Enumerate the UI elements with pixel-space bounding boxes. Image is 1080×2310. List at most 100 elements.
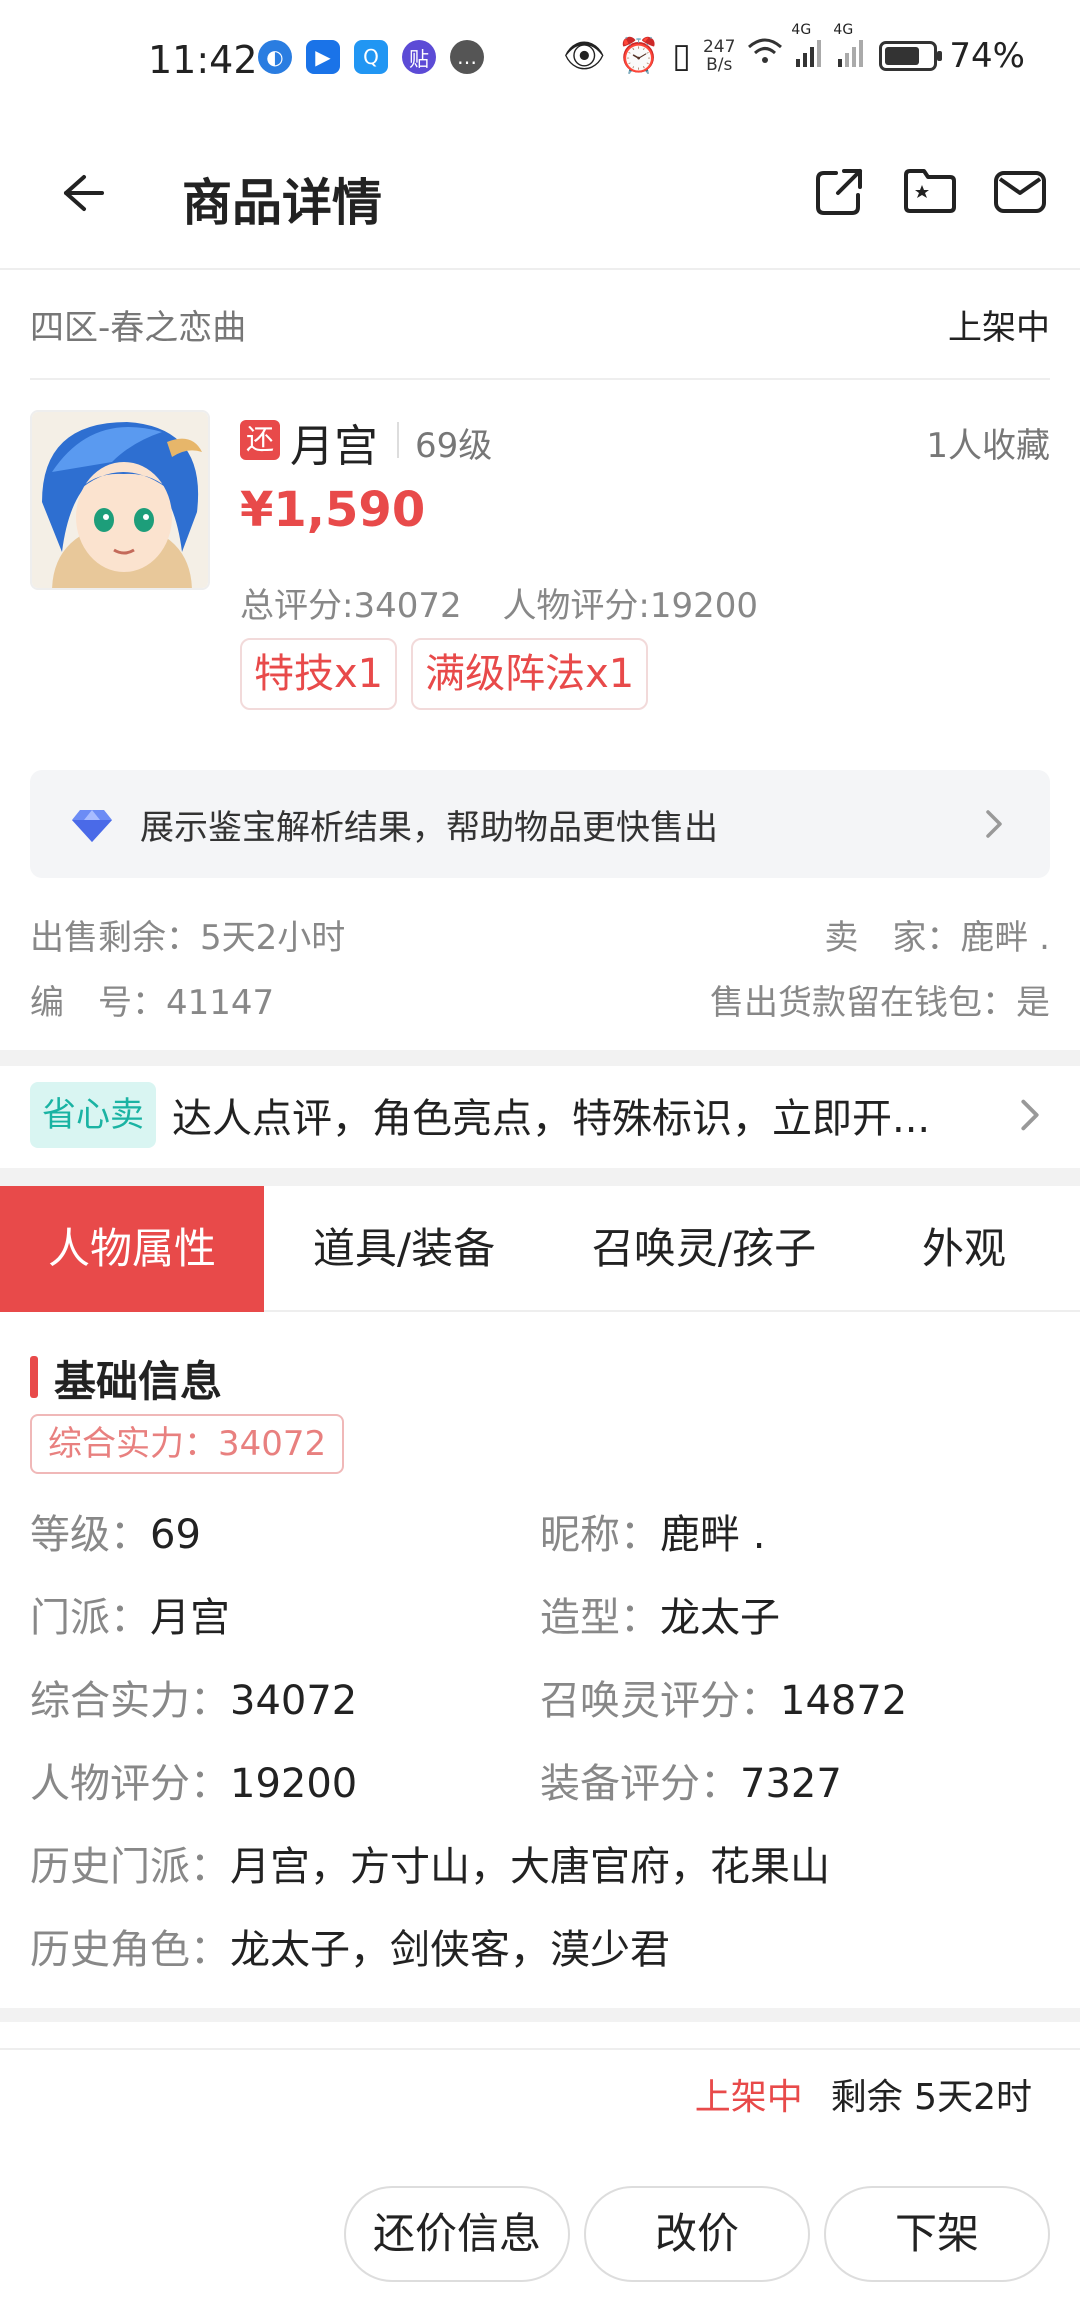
signal-label-2: 4G bbox=[833, 22, 854, 38]
easy-sell-text: 达人点评，角色亮点，特殊标识，立即开... bbox=[172, 1096, 931, 1142]
chevron-right-icon bbox=[986, 810, 1002, 838]
server-name: 四区-春之恋曲 bbox=[30, 307, 247, 348]
divider bbox=[397, 422, 399, 458]
app-header: 商品详情 bbox=[0, 125, 1080, 270]
tag-formation: 满级阵法x1 bbox=[411, 638, 649, 710]
wifi-icon bbox=[747, 36, 783, 76]
back-arrow-icon[interactable] bbox=[52, 163, 112, 223]
attr-value: 19200 bbox=[230, 1761, 358, 1807]
wallet-setting: 售出货款留在钱包：是 bbox=[710, 983, 1050, 1023]
signal-icon-2: 4G bbox=[833, 22, 867, 76]
attr-value: 69 bbox=[150, 1512, 201, 1558]
battery-icon bbox=[879, 41, 943, 71]
feature-tags: 特技x1 满级阵法x1 bbox=[240, 638, 649, 710]
favorite-folder-icon[interactable] bbox=[900, 161, 960, 221]
attr-key: 等级： bbox=[30, 1512, 150, 1558]
appraisal-banner[interactable]: 展示鉴宝解析结果，帮助物品更快售出 bbox=[30, 770, 1050, 878]
attr-value: 月宫，方寸山，大唐官府，花果山 bbox=[230, 1844, 830, 1890]
net-speed-value: 247 bbox=[702, 37, 736, 57]
strength-badge: 综合实力：34072 bbox=[30, 1414, 345, 1474]
battery-percent: 74% bbox=[949, 36, 1025, 76]
attr-value: 龙太子，剑侠客，漠少君 bbox=[230, 1927, 670, 1973]
chevron-right-icon bbox=[1021, 1099, 1039, 1131]
character-class: 月宫 bbox=[290, 421, 378, 472]
browser-icon: ◐ bbox=[258, 40, 292, 74]
attr-appearance-model: 造型：龙太子 bbox=[540, 1585, 780, 1643]
bottom-status: 上架中 剩余 5天2时 bbox=[695, 2068, 1032, 2120]
attr-nickname: 昵称：鹿畔 . bbox=[540, 1502, 765, 1560]
attr-level: 等级：69 bbox=[30, 1502, 201, 1560]
appraisal-text: 展示鉴宝解析结果，帮助物品更快售出 bbox=[140, 807, 718, 848]
tab-appearance[interactable]: 外观 bbox=[864, 1186, 1064, 1312]
listing-status: 上架中 bbox=[948, 307, 1050, 348]
section-separator bbox=[0, 1050, 1080, 1066]
easy-sell-row[interactable]: 省心卖 达人点评，角色亮点，特殊标识，立即开... bbox=[30, 1080, 1050, 1150]
bottom-listing-status: 上架中 bbox=[694, 2077, 803, 2118]
signal-label-1: 4G bbox=[791, 22, 812, 38]
attr-equipment-score: 装备评分：7327 bbox=[540, 1751, 842, 1809]
info-row-2: 编 号：41147 售出货款留在钱包：是 bbox=[30, 975, 1050, 1025]
attr-key: 装备评分： bbox=[540, 1761, 740, 1807]
attr-summon-score: 召唤灵评分：14872 bbox=[540, 1668, 907, 1726]
tag-stunt: 特技x1 bbox=[240, 638, 398, 710]
change-price-button[interactable]: 改价 bbox=[584, 2186, 810, 2282]
attr-value: 鹿畔 . bbox=[660, 1512, 766, 1558]
detail-tabs: 人物属性 道具/装备 召唤灵/孩子 外观 bbox=[0, 1186, 1080, 1312]
share-icon[interactable] bbox=[810, 161, 870, 221]
bottom-remaining-time: 剩余 5天2时 bbox=[830, 2077, 1032, 2118]
search-app-icon: Q bbox=[354, 40, 388, 74]
attr-value: 7327 bbox=[740, 1761, 842, 1807]
scores: 总评分:34072 人物评分:19200 bbox=[240, 578, 788, 627]
mail-icon[interactable] bbox=[990, 161, 1050, 221]
section-title-basic-info: 基础信息 bbox=[30, 1348, 222, 1409]
section-separator bbox=[0, 1168, 1080, 1186]
character-score: 人物评分:19200 bbox=[502, 586, 759, 626]
tieba-icon: 贴 bbox=[402, 40, 436, 74]
price: ¥1,590 bbox=[240, 482, 426, 538]
serial-number: 编 号：41147 bbox=[30, 983, 275, 1023]
bottom-divider bbox=[0, 2048, 1080, 2050]
alarm-icon: ⏰ bbox=[617, 36, 661, 76]
tab-character-attributes[interactable]: 人物属性 bbox=[0, 1186, 264, 1312]
attr-key: 人物评分： bbox=[30, 1761, 230, 1807]
status-right: 👁 ⏰ ▯ 247 B/s 4G 4G 74% bbox=[562, 22, 1025, 76]
counter-offer-badge: 还 bbox=[240, 420, 280, 460]
attr-key: 历史门派： bbox=[30, 1844, 230, 1890]
counter-offer-info-button[interactable]: 还价信息 bbox=[344, 2186, 570, 2282]
eye-icon: 👁 bbox=[562, 36, 606, 76]
attr-value: 34072 bbox=[230, 1678, 358, 1724]
delist-button[interactable]: 下架 bbox=[824, 2186, 1050, 2282]
attr-history-roles: 历史角色：龙太子，剑侠客，漠少君 bbox=[30, 1917, 670, 1975]
attr-key: 历史角色： bbox=[30, 1927, 230, 1973]
character-level: 69级 bbox=[415, 426, 493, 466]
attr-history-schools: 历史门派：月宫，方寸山，大唐官府，花果山 bbox=[30, 1834, 830, 1892]
net-speed: 247 B/s bbox=[703, 38, 735, 74]
favorites-count: 1人收藏 bbox=[926, 426, 1050, 466]
tab-items-equipment[interactable]: 道具/装备 bbox=[264, 1186, 544, 1312]
attr-key: 门派： bbox=[30, 1595, 150, 1641]
attr-key: 召唤灵评分： bbox=[540, 1678, 780, 1724]
attr-overall-strength: 综合实力：34072 bbox=[30, 1668, 357, 1726]
tab-summons-children[interactable]: 召唤灵/孩子 bbox=[544, 1186, 864, 1312]
section-separator bbox=[0, 2008, 1080, 2022]
attr-school: 门派：月宫 bbox=[30, 1585, 230, 1643]
attr-character-score: 人物评分：19200 bbox=[30, 1751, 357, 1809]
message-icon: … bbox=[450, 40, 484, 74]
net-speed-unit: B/s bbox=[706, 55, 733, 75]
diamond-icon bbox=[72, 810, 112, 842]
status-bar: 11:42 ◐ ▶ Q 贴 … 👁 ⏰ ▯ 247 B/s 4G 4G 74% bbox=[0, 0, 1080, 125]
attr-value: 14872 bbox=[780, 1678, 908, 1724]
status-time: 11:42 bbox=[148, 38, 258, 82]
signal-icon-1: 4G bbox=[791, 22, 825, 76]
page-title: 商品详情 bbox=[182, 174, 382, 232]
attr-key: 昵称： bbox=[540, 1512, 660, 1558]
info-row-1: 出售剩余：5天2小时 卖 家：鹿畔 . bbox=[30, 910, 1050, 960]
feishu-icon: ▶ bbox=[306, 40, 340, 74]
battery-fill bbox=[885, 47, 920, 65]
character-avatar[interactable] bbox=[30, 410, 210, 590]
seller: 卖 家：鹿畔 . bbox=[824, 918, 1050, 958]
notification-icons: ◐ ▶ Q 贴 … bbox=[258, 40, 484, 74]
attr-value: 龙太子 bbox=[660, 1595, 780, 1641]
vibrate-icon: ▯ bbox=[672, 36, 691, 76]
server-row: 四区-春之恋曲 上架中 bbox=[30, 270, 1050, 380]
